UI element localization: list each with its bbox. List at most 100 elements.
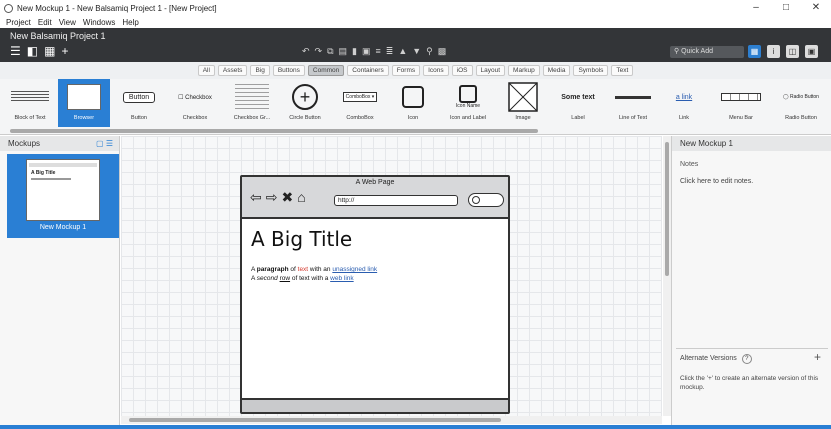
add-alternate-button[interactable]: + xyxy=(814,350,821,364)
category-text[interactable]: Text xyxy=(611,65,634,76)
grid-icon[interactable]: ▦ xyxy=(44,45,55,57)
fullscreen-icon[interactable]: ▣ xyxy=(805,45,818,58)
close-button[interactable]: ✕ xyxy=(801,0,831,16)
line-of-text-preview xyxy=(608,79,658,115)
category-assets[interactable]: Assets xyxy=(217,65,248,76)
menu-view[interactable]: View xyxy=(59,18,76,27)
plus-icon[interactable]: + xyxy=(61,45,68,57)
link-preview: a link xyxy=(662,79,706,115)
preview-text: Icon Name xyxy=(455,103,481,109)
library-item-label: Image xyxy=(515,115,531,121)
library-item-label: Link xyxy=(678,115,690,121)
mockup-thumbnail-card[interactable]: A Big Title New Mockup 1 xyxy=(7,154,119,238)
inspector-icon[interactable]: ◫ xyxy=(786,45,799,58)
back-icon[interactable]: ▼ xyxy=(412,46,421,57)
vscroll-thumb[interactable] xyxy=(665,142,669,276)
category-layout[interactable]: Layout xyxy=(475,65,506,76)
info-icon[interactable]: i xyxy=(767,45,780,58)
group-icon[interactable]: ▣ xyxy=(362,46,371,57)
library-item-line-of-text[interactable]: Line of Text xyxy=(608,79,658,127)
library-item-block-of-text[interactable]: Block of Text xyxy=(6,79,54,127)
category-media[interactable]: Media xyxy=(542,65,571,76)
library-item-button[interactable]: Button Button xyxy=(116,79,162,127)
category-ios[interactable]: iOS xyxy=(451,65,473,76)
canvas-vertical-scrollbar[interactable] xyxy=(663,136,671,416)
search-icon[interactable]: ⚲ xyxy=(426,46,433,57)
help-icon[interactable]: ? xyxy=(741,354,752,364)
balsamiq-icon xyxy=(4,3,13,13)
present-icon[interactable]: ▩ xyxy=(438,46,447,57)
library-item-radio-button[interactable]: ◯ Radio Button Radio Button xyxy=(774,79,828,127)
home-icon: ⌂ xyxy=(297,189,306,205)
align-icon[interactable]: ≡ xyxy=(376,46,381,57)
library-item-combobox[interactable]: ComboBox ▾ ComboBox xyxy=(334,79,386,127)
browser-chrome: A Web Page ⇦ ⇨ ✖ ⌂ http:// xyxy=(242,177,508,219)
library-item-icon[interactable]: Icon xyxy=(392,79,434,127)
lock-icon[interactable]: ▮ xyxy=(352,46,357,57)
menu-help[interactable]: Help xyxy=(122,18,138,27)
library-item-label: ComboBox xyxy=(346,115,374,121)
category-symbols[interactable]: Symbols xyxy=(573,65,609,76)
browser-nav: ⇦ ⇨ ✖ ⌂ xyxy=(250,189,306,206)
library-item-label: Radio Button xyxy=(785,115,817,121)
undo-icon[interactable]: ↶ xyxy=(302,46,310,57)
project-title[interactable]: New Balsamiq Project 1 xyxy=(10,31,106,41)
menu-edit[interactable]: Edit xyxy=(38,18,52,27)
category-forms[interactable]: Forms xyxy=(391,65,421,76)
thumb-title: A Big Title xyxy=(31,170,56,176)
mockups-title: Mockups xyxy=(8,139,41,148)
button-preview: Button xyxy=(116,79,162,115)
thumb-bar xyxy=(29,163,97,167)
library-item-browser[interactable]: Browser xyxy=(58,79,110,127)
redo-icon[interactable]: ↷ xyxy=(315,46,323,57)
minimize-button[interactable]: – xyxy=(741,0,771,16)
library-item-checkbox[interactable]: ☐ Checkbox Checkbox xyxy=(170,79,220,127)
library-item-label: Button xyxy=(131,115,147,121)
menu-project[interactable]: Project xyxy=(6,18,31,27)
front-icon[interactable]: ▲ xyxy=(398,46,407,57)
hamburger-icon[interactable]: ☰ xyxy=(10,45,21,57)
notes-edit-hint[interactable]: Click here to edit notes. xyxy=(672,168,831,185)
category-buttons[interactable]: Buttons xyxy=(272,65,305,76)
menu-windows[interactable]: Windows xyxy=(83,18,115,27)
category-common[interactable]: Common xyxy=(307,65,345,76)
library-item-checkbox-group[interactable]: Checkbox Gr... xyxy=(228,79,276,127)
hscroll-thumb[interactable] xyxy=(129,418,501,422)
library-item-icon-and-label[interactable]: Icon Name Icon and Label xyxy=(440,79,496,127)
library-item-link[interactable]: a link Link xyxy=(662,79,706,127)
canvas-horizontal-scrollbar[interactable] xyxy=(121,416,662,424)
library-item-image[interactable]: Image xyxy=(500,79,546,127)
maximize-button[interactable]: □ xyxy=(771,0,801,16)
preview-text: a link xyxy=(675,93,693,101)
layout-icon[interactable]: ◧ xyxy=(27,45,38,57)
library-item-circle-button[interactable]: + Circle Button xyxy=(282,79,328,127)
label-preview: Some text xyxy=(554,79,602,115)
alt-versions-label: Alternate Versions xyxy=(680,355,737,362)
library-item-menu-bar[interactable]: Menu Bar xyxy=(716,79,766,127)
category-big[interactable]: Big xyxy=(250,65,270,76)
category-containers[interactable]: Containers xyxy=(347,65,389,76)
distribute-icon[interactable]: ≣ xyxy=(386,46,394,57)
browser-window-title: A Web Page xyxy=(355,179,395,186)
library-item-label: Line of Text xyxy=(618,115,648,121)
category-icons[interactable]: Icons xyxy=(423,65,449,76)
window-controls: – □ ✕ xyxy=(741,0,831,16)
library-item-label: Checkbox Gr... xyxy=(233,115,271,121)
category-all[interactable]: All xyxy=(197,65,215,76)
browser-mockup[interactable]: A Web Page ⇦ ⇨ ✖ ⌂ http:// A Big Title A… xyxy=(240,175,510,414)
center-toolbar: ↶ ↷ ⧉ ▤ ▮ ▣ ≡ ≣ ▲ ▼ ⚲ ▩ xyxy=(302,46,446,57)
library-scrollbar[interactable] xyxy=(10,129,538,133)
mockup-name-field[interactable]: New Mockup 1 xyxy=(672,136,831,151)
quick-add-input[interactable]: ⚲ Quick Add xyxy=(670,46,744,58)
icon-and-label-preview: Icon Name xyxy=(440,79,496,115)
copy-icon[interactable]: ⧉ xyxy=(327,46,333,57)
library-item-label[interactable]: Some text Label xyxy=(554,79,602,127)
paste-icon[interactable]: ▤ xyxy=(339,46,348,57)
browser-url-field: http:// xyxy=(334,195,458,206)
mockups-view-icons[interactable]: ▢ ☰ xyxy=(96,136,113,151)
ui-library-icon[interactable]: ▦ xyxy=(748,45,761,58)
category-markup[interactable]: Markup xyxy=(508,65,540,76)
preview-text: Button xyxy=(128,93,150,101)
preview-text: Some text xyxy=(561,93,595,101)
library-item-label: Checkbox xyxy=(182,115,208,121)
